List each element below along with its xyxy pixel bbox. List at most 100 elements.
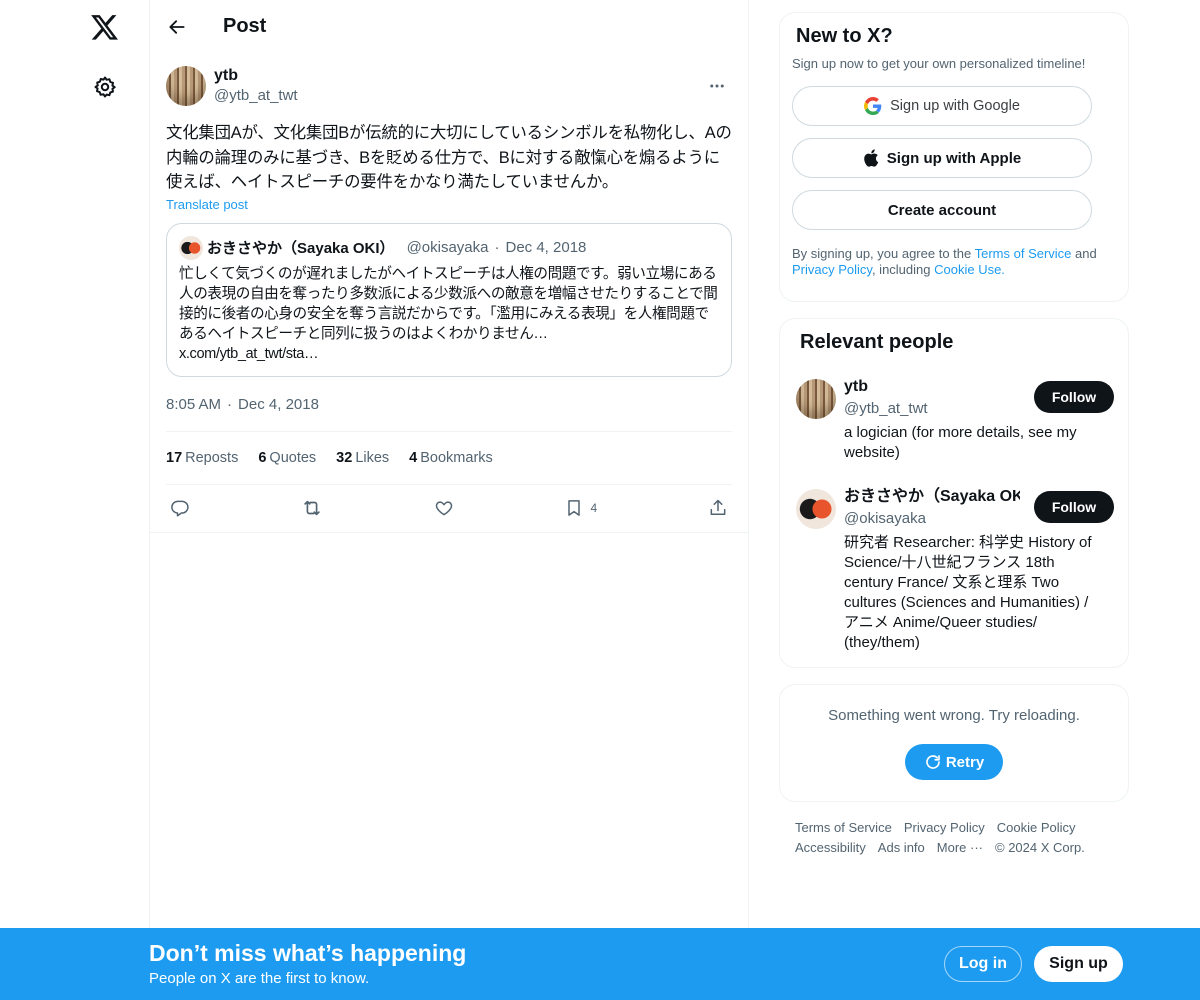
avatar[interactable] [796,379,836,419]
footer-links: Terms of Service Privacy Policy Cookie Pol… [795,818,1115,858]
bookmark-button[interactable]: 4 [564,498,597,518]
share-button[interactable] [708,498,728,518]
quoted-link: x.com/ytb_at_twt/sta… [179,346,319,363]
author-names: ytb @ytb_at_twt [214,66,298,106]
top-bar: Post [150,0,748,53]
footer-accessibility-link[interactable]: Accessibility [795,838,866,858]
apple-icon [863,149,879,167]
reposts-count: 17 [166,449,183,466]
translate-post-link[interactable]: Translate post [166,197,248,212]
signup-apple-label: Sign up with Apple [886,149,1022,167]
signup-google-button[interactable]: Sign up with Google [792,86,1092,126]
page-title: Post [223,15,267,37]
left-nav [0,0,150,1000]
person-info: ytb @ytb_at_twt a logician (for more det… [844,377,1077,463]
bookmarks-count: 4 [409,449,418,466]
relevant-people-title: Relevant people [800,331,954,353]
bookmarks-stat[interactable]: 4 Bookmarks [409,450,493,466]
author-display-name[interactable]: ytb [214,66,298,86]
signup-button[interactable]: Sign up [1034,946,1123,982]
bookmarks-label: Bookmarks [420,449,493,466]
share-icon [710,499,726,515]
reply-button[interactable] [170,498,190,518]
more-icon[interactable] [702,71,732,101]
signup-card: New to X? Sign up now to get your own pe… [779,12,1129,302]
footer-privacy-link[interactable]: Privacy Policy [904,818,985,838]
login-button[interactable]: Log in [944,946,1022,982]
terms-link[interactable]: Terms of Service [975,246,1072,261]
error-card: Something went wrong. Try reloading. Ret… [779,684,1129,802]
like-button[interactable] [434,498,454,518]
quoted-post-header: おきさやか（Sayaka OKI） @okisayaka · Dec 4, 20… [179,235,719,260]
footer-cookie-link[interactable]: Cookie Policy [997,818,1076,838]
person-item[interactable]: おきさやか（Sayaka OKI） @okisayaka 研究者 Researc… [796,487,1114,653]
avatar[interactable] [166,66,206,106]
error-message: Something went wrong. Try reloading. [828,707,1080,724]
bookmark-icon [568,499,581,516]
post-stats: 17 Reposts 6 Quotes 32 Likes 4 Bookmarks [166,432,732,484]
quoted-post[interactable]: おきさやか（Sayaka OKI） @okisayaka · Dec 4, 20… [166,222,732,377]
bookmark-count: 4 [590,500,598,515]
likes-label: Likes [355,449,390,466]
divider [150,531,748,533]
quotes-stat[interactable]: 6 Quotes [258,450,316,466]
bottom-bar-title: Don’t miss what’s happening [149,940,467,966]
post-text: 文化集団Aが、文化集団Bが伝統的に大切にしているシンボルを私物化し、Aの内輪の論… [166,124,732,191]
heart-icon [435,500,452,515]
follow-button[interactable]: Follow [1034,491,1114,523]
separator-dot: · [494,239,500,256]
footer-copyright: © 2024 X Corp. [995,840,1085,855]
repost-icon [304,500,320,515]
person-info: おきさやか（Sayaka OKI） @okisayaka 研究者 Researc… [844,487,1092,653]
quoted-display-name: おきさやか（Sayaka OKI） [207,240,395,257]
signup-google-label: Sign up with Google [890,98,1020,114]
reposts-stat[interactable]: 17 Reposts [166,450,238,466]
signup-card-title: New to X? [796,25,893,47]
signup-apple-button[interactable]: Sign up with Apple [792,138,1092,178]
footer-ads-link[interactable]: Ads info [878,838,925,858]
quoted-body: 忙しくて気づくのが遅れましたがヘイトスピーチは人権の問題です。弱い立場にある人の… [179,265,718,343]
quoted-text: 忙しくて気づくのが遅れましたがヘイトスピーチは人権の問題です。弱い立場にある人の… [179,264,719,365]
follow-button[interactable]: Follow [1034,381,1114,413]
likes-count: 32 [336,449,353,466]
bottom-bar-subtitle: People on X are the first to know. [149,970,370,987]
quotes-label: Quotes [269,449,317,466]
create-account-button[interactable]: Create account [792,190,1092,230]
gear-icon[interactable] [82,64,128,110]
relevant-people-card: Relevant people ytb @ytb_at_twt a logici… [779,318,1129,668]
person-item[interactable]: ytb @ytb_at_twt a logician (for more det… [796,377,1114,463]
signup-card-subtitle: Sign up now to get your own personalized… [792,56,1086,71]
repost-button[interactable] [301,497,323,519]
quotes-count: 6 [258,449,267,466]
quoted-handle: @okisayaka [406,239,489,256]
post-time[interactable]: 8:05 AM [166,396,221,413]
legal-and: and [1071,246,1097,261]
x-logo-icon[interactable] [82,5,128,51]
cookie-link[interactable]: Cookie Use. [934,262,1005,277]
retry-button[interactable]: Retry [905,744,1003,780]
post-date[interactable]: Dec 4, 2018 [238,396,319,413]
refresh-icon [924,753,942,771]
person-handle[interactable]: @ytb_at_twt [844,399,1024,419]
privacy-link[interactable]: Privacy Policy [792,262,872,277]
author-handle[interactable]: @ytb_at_twt [214,86,298,106]
post-timestamp: 8:05 AM · Dec 4, 2018 [166,395,732,415]
back-arrow-icon[interactable] [166,16,188,38]
avatar[interactable] [796,489,836,529]
likes-stat[interactable]: 32 Likes [336,450,389,466]
google-icon [864,97,882,115]
person-name[interactable]: ytb [844,377,1020,397]
post-header: ytb @ytb_at_twt [166,65,732,107]
person-bio: 研究者 Researcher: 科学史 History of Science/十… [844,534,1092,651]
post: ytb @ytb_at_twt 文化集団Aが、文化集団Bが伝統的に大切にしている… [150,53,748,532]
reposts-label: Reposts [185,449,239,466]
footer-terms-link[interactable]: Terms of Service [795,818,892,838]
bottom-signup-bar: Don’t miss what’s happening People on X … [0,928,1200,1000]
footer-more-link[interactable]: More ··· [937,838,983,858]
reply-icon [171,500,189,516]
person-name[interactable]: おきさやか（Sayaka OKI） [844,487,1020,507]
person-handle[interactable]: @okisayaka [844,509,1024,529]
signup-legal-text: By signing up, you agree to the Terms of… [792,246,1116,278]
post-actions: 4 [166,485,732,531]
person-bio: a logician (for more details, see my web… [844,424,1077,461]
